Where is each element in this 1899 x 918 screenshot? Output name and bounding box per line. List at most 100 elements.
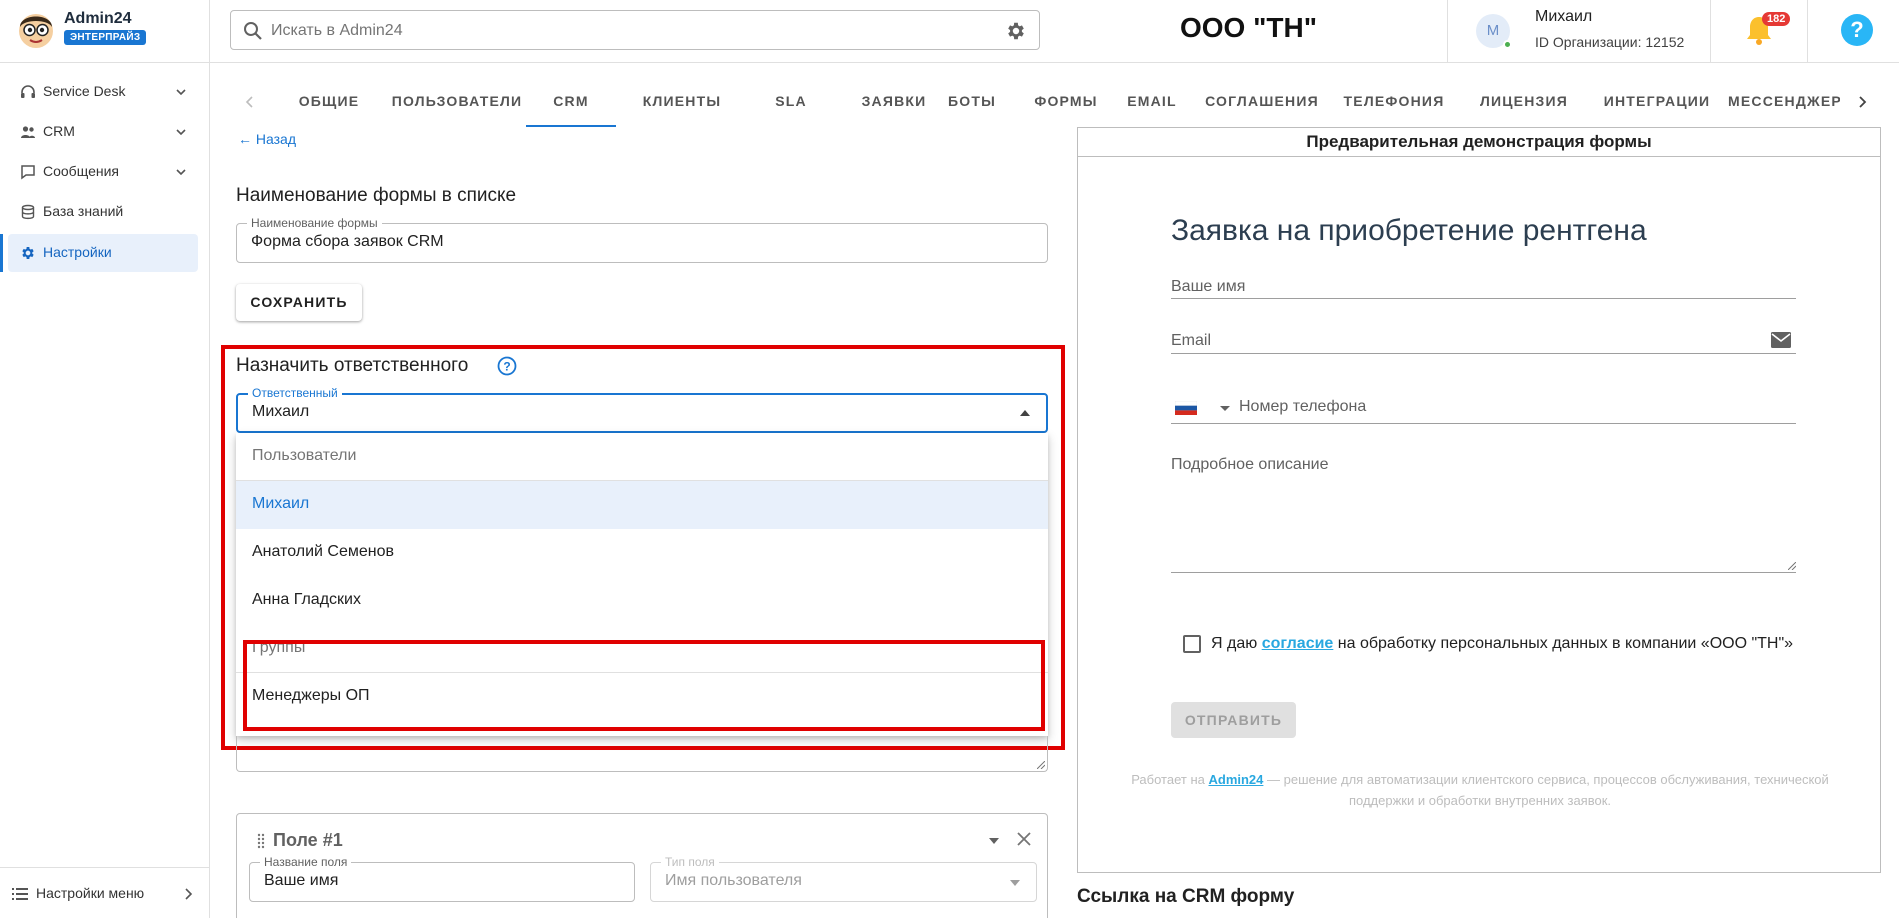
tab-clients[interactable]: КЛИЕНТЫ xyxy=(624,81,740,127)
preview-email-input[interactable] xyxy=(1171,353,1796,354)
responsible-field-label: Ответственный xyxy=(248,386,342,400)
consent-checkbox[interactable] xyxy=(1183,635,1201,653)
dropdown-option-user[interactable]: Анатолий Семенов xyxy=(236,529,1048,577)
tab-general[interactable]: ОБЩИЕ xyxy=(284,81,374,127)
dropdown-option-user[interactable]: Михаил xyxy=(236,481,1048,529)
sidebar: Service Desk CRM Сообщения База знаний Н… xyxy=(0,63,210,918)
close-icon[interactable] xyxy=(1017,832,1031,846)
caret-down-icon[interactable] xyxy=(1220,406,1230,411)
tab-bots[interactable]: БОТЫ xyxy=(922,81,1022,127)
tab-email[interactable]: EMAIL xyxy=(1104,81,1200,127)
sidebar-item-knowledge-base[interactable]: База знаний xyxy=(8,193,198,231)
mascot-logo-icon xyxy=(19,14,53,48)
gear-icon xyxy=(22,247,34,259)
sidebar-item-label: CRM xyxy=(43,123,75,139)
field-name-label: Название поля xyxy=(260,855,352,869)
tabs-scroll-right-icon[interactable] xyxy=(1856,95,1868,109)
admin24-link[interactable]: Admin24 xyxy=(1208,772,1263,787)
russia-flag-icon[interactable] xyxy=(1175,401,1197,415)
preview-description-input[interactable] xyxy=(1171,572,1796,573)
plan-badge: ЭНТЕРПРАЙЗ xyxy=(64,30,147,45)
menu-settings-label: Настройки меню xyxy=(36,885,145,901)
chevron-down-icon xyxy=(176,169,186,176)
brand-name: Admin24 xyxy=(64,10,132,27)
form-name-field[interactable]: Наименование формы Форма сбора заявок CR… xyxy=(236,216,1048,263)
sidebar-item-label: Сообщения xyxy=(43,163,119,179)
tab-license[interactable]: ЛИЦЕНЗИЯ xyxy=(1462,81,1586,127)
form-name-section-title: Наименование формы в списке xyxy=(236,185,517,206)
consent-text: Я даю согласие на обработку персональных… xyxy=(1211,635,1794,652)
back-label: Назад xyxy=(255,131,297,147)
chevron-down-icon xyxy=(176,129,186,136)
mail-icon xyxy=(1771,332,1791,348)
search-settings-gear-icon[interactable] xyxy=(1005,20,1027,42)
field-name-input[interactable]: Название поля Ваше имя xyxy=(249,855,635,902)
field-card-title: Поле #1 xyxy=(273,830,343,850)
preview-description-label: Подробное описание xyxy=(1171,456,1329,473)
database-icon xyxy=(21,204,35,220)
help-circle-icon[interactable]: ? xyxy=(497,356,517,376)
help-button[interactable]: ? xyxy=(1841,14,1873,46)
top-header: Admin24 ЭНТЕРПРАЙЗ ООО "ТН" М Михаил ID … xyxy=(0,0,1899,63)
list-icon xyxy=(12,888,28,900)
preview-title: Предварительная демонстрация формы xyxy=(1306,132,1652,151)
search-icon xyxy=(244,22,262,40)
back-link[interactable]: ← Назад xyxy=(238,131,296,147)
sidebar-item-messages[interactable]: Сообщения xyxy=(8,153,198,191)
preview-phone-label: Номер телефона xyxy=(1239,398,1367,415)
sidebar-item-label: База знаний xyxy=(43,203,124,219)
app-root: Admin24 ЭНТЕРПРАЙЗ ООО "ТН" М Михаил ID … xyxy=(0,0,1899,918)
tabs-scroll-left-icon[interactable] xyxy=(244,95,256,109)
sidebar-item-settings[interactable]: Настройки xyxy=(8,234,198,272)
responsible-value: Михаил xyxy=(252,403,310,420)
sidebar-item-label: Service Desk xyxy=(43,83,126,99)
tab-integrations[interactable]: ИНТЕГРАЦИИ xyxy=(1584,81,1730,127)
sidebar-item-crm[interactable]: CRM xyxy=(8,113,198,151)
resize-grip-icon xyxy=(1788,562,1796,570)
preview-name-label: Ваше имя xyxy=(1171,278,1246,295)
sidebar-item-label: Настройки xyxy=(43,244,112,260)
powered-by-footer: Работает на Admin24 — решение для автома… xyxy=(1131,772,1829,808)
caret-up-icon xyxy=(1020,410,1030,416)
save-button[interactable]: СОХРАНИТЬ xyxy=(236,284,362,321)
consent-link[interactable]: согласие xyxy=(1262,635,1334,652)
field-type-value: Имя пользователя xyxy=(665,872,802,889)
tab-users[interactable]: ПОЛЬЗОВАТЕЛИ xyxy=(382,81,532,127)
menu-settings-button[interactable]: Настройки меню xyxy=(0,867,210,918)
headset-icon xyxy=(21,85,35,98)
sidebar-item-service-desk[interactable]: Service Desk xyxy=(8,73,198,111)
organization-title: ООО "ТН" xyxy=(1180,12,1317,43)
field-type-label: Тип поля xyxy=(661,855,719,869)
chat-icon xyxy=(21,165,35,180)
global-search[interactable] xyxy=(230,10,1040,50)
preview-email-label: Email xyxy=(1171,332,1212,349)
form-name-value: Форма сбора заявок CRM xyxy=(251,233,444,250)
tab-messengers[interactable]: МЕССЕНДЖЕРЫ xyxy=(1728,81,1840,127)
notifications-button[interactable]: 182 xyxy=(1712,0,1808,63)
tab-agreements[interactable]: СОГЛАШЕНИЯ xyxy=(1192,81,1332,127)
chevron-right-icon xyxy=(185,888,193,900)
form-preview-panel: Предварительная демонстрация формы Заявк… xyxy=(1077,127,1881,873)
preview-name-input[interactable] xyxy=(1171,298,1796,299)
settings-tabs: ОБЩИЕ ПОЛЬЗОВАТЕЛИ CRM КЛИЕНТЫ SLA ЗАЯВК… xyxy=(236,81,1876,127)
field-name-value: Ваше имя xyxy=(264,872,339,889)
drag-handle-icon[interactable] xyxy=(257,833,265,849)
user-profile[interactable]: М Михаил ID Организации: 12152 xyxy=(1447,0,1711,63)
assign-section-title: Назначить ответственного xyxy=(236,355,469,376)
tab-telephony[interactable]: ТЕЛЕФОНИЯ xyxy=(1328,81,1460,127)
crm-link-section-title: Ссылка на CRM форму xyxy=(1077,886,1295,907)
chevron-down-icon xyxy=(176,89,186,96)
responsible-select[interactable]: Ответственный Михаил xyxy=(236,386,1048,433)
submit-button[interactable]: ОТПРАВИТЬ xyxy=(1171,702,1296,738)
preview-phone-input[interactable] xyxy=(1171,423,1796,424)
tab-crm[interactable]: CRM xyxy=(526,81,616,127)
search-input[interactable] xyxy=(271,19,971,43)
resize-grip-icon xyxy=(1037,761,1045,769)
field-type-select[interactable]: Тип поля Имя пользователя xyxy=(650,855,1037,902)
brand-block[interactable]: Admin24 ЭНТЕРПРАЙЗ xyxy=(0,0,210,63)
dropdown-option-user[interactable]: Анна Гладских xyxy=(236,577,1048,625)
active-indicator xyxy=(0,234,3,272)
tab-sla[interactable]: SLA xyxy=(746,81,836,127)
textarea-edge[interactable] xyxy=(236,736,1048,772)
caret-down-icon[interactable] xyxy=(989,838,999,844)
